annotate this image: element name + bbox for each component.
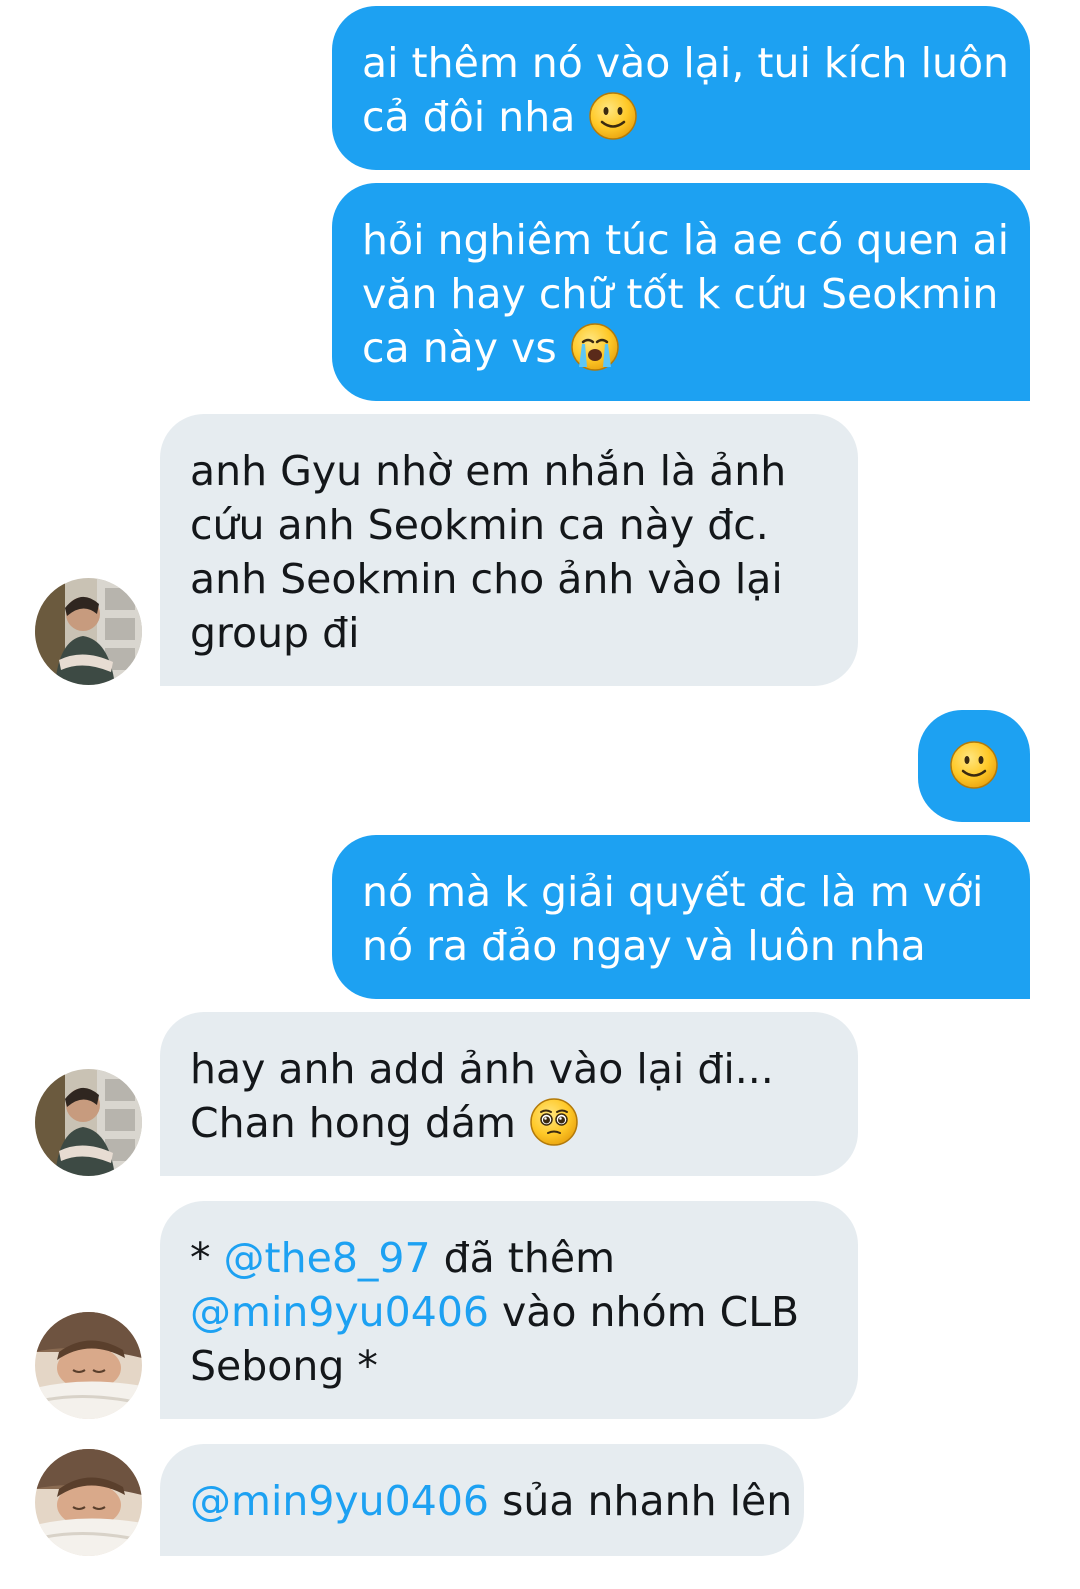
avatar-photo-sleeping [35, 1312, 142, 1419]
message-text-line: cả đôi nha [362, 90, 1000, 144]
avatar[interactable] [35, 1449, 142, 1556]
avatar-photo-sleeping [35, 1449, 142, 1556]
avatar[interactable] [35, 1069, 142, 1176]
message-text-line: Chan hong dám [190, 1096, 828, 1150]
loudly-crying-face-icon [570, 322, 620, 372]
message-text-line: @min9yu0406 sủa nhanh lên [190, 1477, 793, 1525]
avatar-photo-man-by-window [35, 1069, 142, 1176]
message-bubble-sent[interactable]: ai thêm nó vào lại, tui kích luôn cả đôi… [332, 6, 1030, 170]
pleading-face-icon [529, 1097, 579, 1147]
mention-link[interactable]: @the8_97 [224, 1234, 431, 1282]
message-text-line: hay anh add ảnh vào lại đi... [190, 1045, 774, 1093]
message-text-line: Sebong * [190, 1342, 378, 1390]
message-text-line: ai thêm nó vào lại, tui kích luôn [362, 39, 1010, 87]
message-bubble-received[interactable]: * @the8_97 đã thêm @min9yu0406 vào nhóm … [160, 1201, 858, 1419]
message-text-line: nó ra đảo ngay và luôn nha [362, 922, 926, 970]
message-text-line: anh Seokmin cho ảnh vào lại [190, 555, 783, 603]
message-text-line: anh Gyu nhờ em nhắn là ảnh [190, 447, 787, 495]
message-text-line: * @the8_97 đã thêm [190, 1234, 616, 1282]
mention-link[interactable]: @min9yu0406 [190, 1288, 489, 1336]
message-bubble-sent[interactable]: nó mà k giải quyết đc là m với nó ra đảo… [332, 835, 1030, 999]
message-text-line: group đi [190, 609, 360, 657]
message-text-line: ca này vs [362, 321, 1000, 375]
slightly-smiling-face-icon [949, 740, 999, 790]
message-text-line: @min9yu0406 vào nhóm CLB [190, 1288, 800, 1336]
message-text-line: văn hay chữ tốt k cứu Seokmin [362, 270, 999, 318]
message-bubble-received[interactable]: hay anh add ảnh vào lại đi... Chan hong … [160, 1012, 858, 1176]
message-text-line: cứu anh Seokmin ca này đc. [190, 501, 769, 549]
message-bubble-sent[interactable] [918, 710, 1030, 822]
message-bubble-received[interactable]: @min9yu0406 sủa nhanh lên [160, 1444, 804, 1556]
avatar-photo-man-by-window [35, 578, 142, 685]
message-bubble-sent[interactable]: hỏi nghiêm túc là ae có quen ai văn hay … [332, 183, 1030, 401]
message-bubble-received[interactable]: anh Gyu nhờ em nhắn là ảnh cứu anh Seokm… [160, 414, 858, 686]
mention-link[interactable]: @min9yu0406 [190, 1477, 489, 1525]
message-text-line: hỏi nghiêm túc là ae có quen ai [362, 216, 1010, 264]
message-text-line: nó mà k giải quyết đc là m với [362, 868, 984, 916]
avatar[interactable] [35, 578, 142, 685]
avatar[interactable] [35, 1312, 142, 1419]
slightly-smiling-face-icon [588, 91, 638, 141]
